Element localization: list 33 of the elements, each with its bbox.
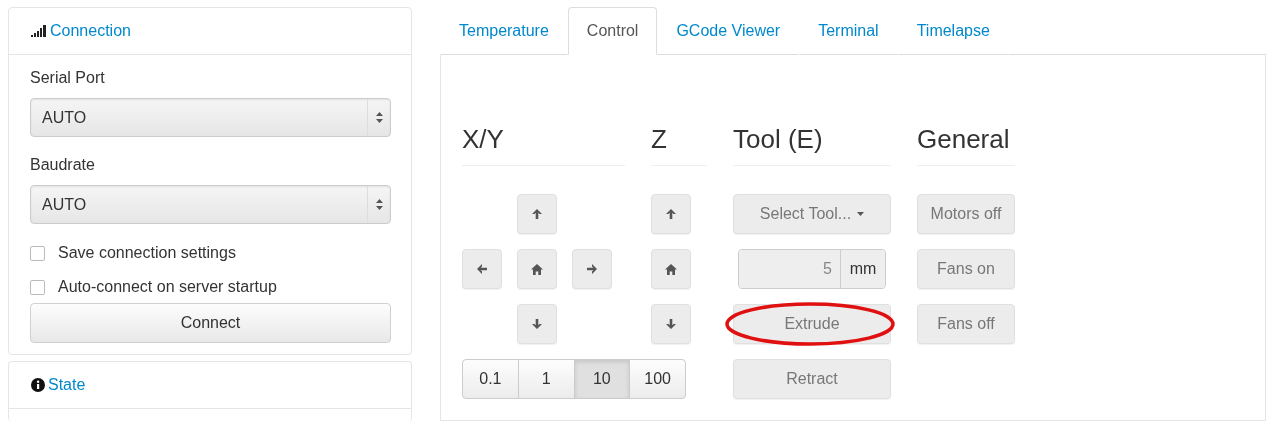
home-icon [665, 263, 677, 275]
updown-caret-icon [375, 112, 383, 123]
column-heading: Tool (E) [733, 124, 891, 166]
select-field[interactable]: AUTO [30, 185, 391, 224]
left-arrow-icon [476, 263, 488, 275]
up-arrow-icon [531, 208, 543, 220]
checkbox-label: Auto-connect on server startup [58, 278, 277, 296]
tab[interactable]: Control [567, 7, 658, 55]
select-field[interactable]: AUTO [30, 98, 391, 137]
updown-caret-icon [375, 199, 383, 210]
checkbox[interactable] [30, 245, 45, 261]
signal-bars-icon [31, 25, 47, 37]
column-heading: Z [651, 124, 707, 166]
panel-title-link[interactable]: State [48, 376, 86, 394]
tab[interactable]: Terminal [799, 7, 898, 55]
tab[interactable]: Temperature [440, 7, 568, 55]
column-heading: General [917, 124, 1015, 166]
column-heading: X/Y [462, 124, 625, 166]
panel-title-link[interactable]: Connection [50, 22, 131, 40]
field-label: Serial Port [30, 69, 106, 87]
caret-icon [857, 212, 865, 216]
tab[interactable]: Timelapse [897, 7, 1009, 55]
home-icon [531, 263, 543, 275]
checkbox[interactable] [30, 279, 45, 295]
down-arrow-icon [665, 318, 677, 330]
up-arrow-icon [665, 208, 677, 220]
connect-button[interactable]: Connect [30, 303, 391, 343]
field-label: Baudrate [30, 156, 96, 174]
right-arrow-icon [586, 263, 598, 275]
tab[interactable]: GCode Viewer [657, 7, 800, 55]
info-icon [31, 378, 45, 392]
down-arrow-icon [531, 318, 543, 330]
checkbox-label: Save connection settings [58, 244, 236, 262]
